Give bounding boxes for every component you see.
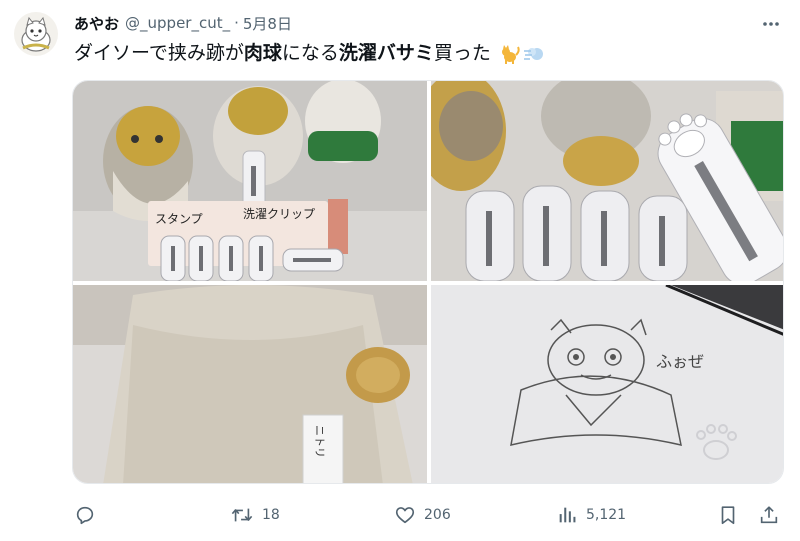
retweet-count: 18 (262, 507, 280, 523)
more-options-button[interactable] (760, 13, 782, 35)
more-icon (763, 22, 779, 26)
share-button[interactable] (758, 500, 780, 530)
tweet-date[interactable]: 5月8日 (243, 13, 292, 34)
tweet-text: ダイソーで挟み跡が肉球になる洗濯バサミ買った (74, 38, 545, 68)
reply-button[interactable] (74, 500, 104, 530)
tweet-text-part: になる (281, 42, 339, 64)
avatar[interactable] (14, 12, 58, 56)
bookmark-button[interactable] (717, 500, 739, 530)
user-handle[interactable]: @_upper_cut_ (125, 14, 230, 32)
separator-dot: · (234, 14, 239, 32)
like-button[interactable]: 206 (394, 500, 451, 530)
reply-icon (76, 506, 94, 525)
handwritten-text: ふぉぜ (656, 352, 704, 371)
bookmark-icon (721, 506, 735, 525)
photo-4[interactable]: ふぉぜ (431, 285, 783, 483)
retweet-icon (231, 508, 253, 522)
photo-2[interactable] (431, 81, 783, 281)
tweet-header: あやお @_upper_cut_ · 5月8日 (74, 12, 292, 34)
photo-3[interactable]: ニトリ (73, 285, 427, 483)
tag-text: ニトリ (313, 425, 326, 458)
cat-emoji-icon (499, 43, 521, 65)
tweet-text-bold: 洗濯バサミ (338, 42, 434, 64)
photo-1[interactable]: スタンプ 洗濯クリップ (73, 81, 427, 281)
heart-icon (395, 507, 415, 524)
retweet-button[interactable]: 18 (230, 500, 280, 530)
analytics-icon (559, 507, 576, 523)
views-button[interactable]: 5,121 (556, 500, 626, 530)
tweet-text-part: ダイソーで挟み跡が (74, 42, 244, 64)
views-count: 5,121 (586, 507, 627, 523)
like-count: 206 (424, 507, 451, 523)
sign-left-text: スタンプ (155, 212, 203, 226)
share-icon (760, 506, 778, 524)
media-grid: スタンプ 洗濯クリップ ニトリ ふぉぜ (72, 80, 784, 484)
sign-right-text: 洗濯クリップ (243, 207, 315, 221)
action-bar: 18 206 5,121 (0, 500, 800, 530)
tweet-text-part: 買った (433, 42, 491, 64)
display-name[interactable]: あやお (74, 13, 119, 34)
tweet-text-bold: 肉球 (243, 42, 282, 64)
dash-emoji-icon (523, 43, 545, 65)
